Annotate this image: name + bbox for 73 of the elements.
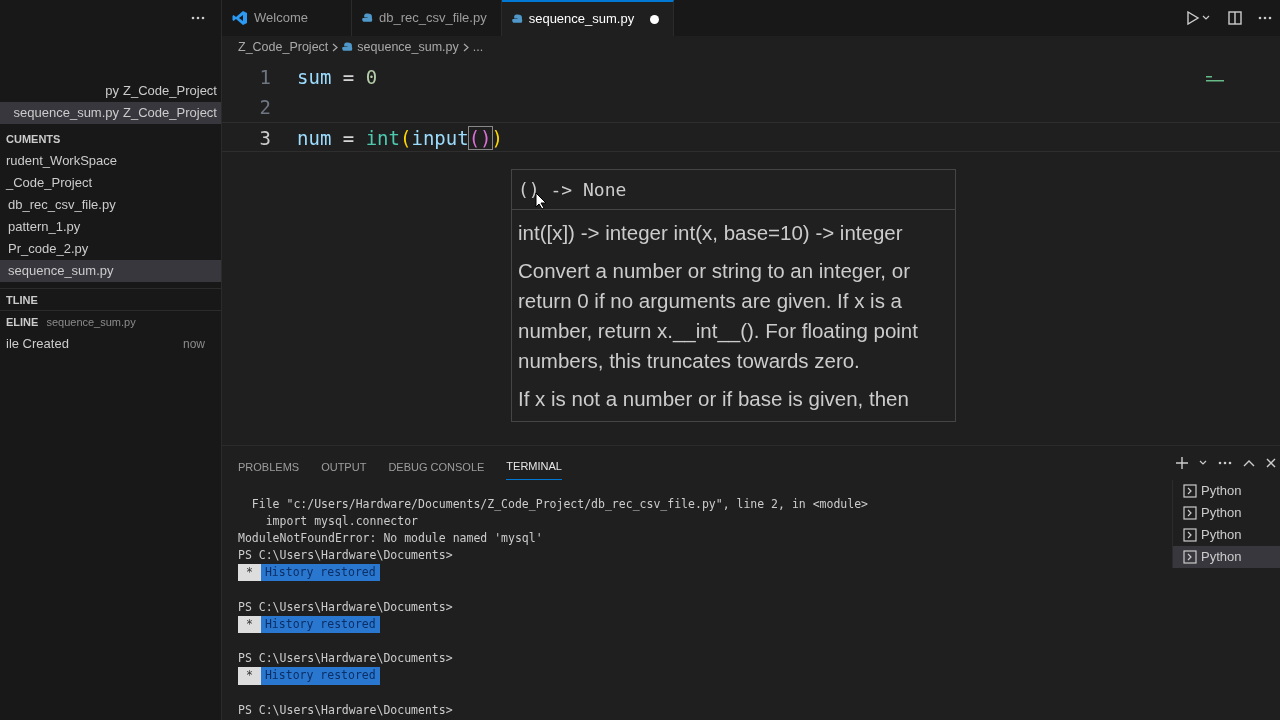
file-item[interactable]: sequence_sum.py [0, 260, 221, 282]
terminal-item[interactable]: Python [1173, 480, 1280, 502]
terminal-line: PS C:\Users\Hardware\Documents> [238, 548, 453, 563]
terminal-icon [1183, 484, 1197, 498]
section-header[interactable]: CUMENTS [0, 128, 221, 150]
section-header[interactable]: ELINE [0, 311, 39, 333]
terminal-line: PS C:\Users\Hardware\Documents> [238, 599, 453, 614]
mouse-cursor-icon [535, 192, 547, 210]
run-icon[interactable] [1186, 11, 1212, 25]
terminal-icon [1183, 506, 1197, 520]
more-icon[interactable] [191, 16, 205, 20]
more-icon[interactable] [1258, 16, 1272, 20]
terminal-line: File "c:/Users/Hardware/Documents/Z_Code_Project/db_rec_csv_file.py", line 2, in <module> [250, 496, 869, 511]
history-restored-label: History restored [260, 667, 380, 685]
folder-item[interactable]: _Code_Project [0, 172, 221, 194]
history-mark: * [238, 615, 261, 633]
file-name: py [105, 82, 120, 100]
minimap-drawing [1206, 76, 1224, 82]
line-number: 3 [258, 126, 272, 151]
history-restored-label: History restored [260, 615, 380, 633]
open-editor-item[interactable]: sequence_sum.py Z_Code_Project [0, 102, 221, 124]
python-file-icon [342, 41, 354, 53]
chevron-right-icon [462, 42, 469, 52]
doc-paragraph: Convert a number or string to an integer, or return 0 if no arguments are given. If x is a number, return x.__int__(). For floating point numbers, this truncates towards zero. [518, 258, 919, 374]
history-mark: * [238, 667, 261, 685]
split-editor-icon[interactable] [1228, 11, 1242, 25]
file-name: sequence_sum.py [46, 314, 136, 330]
terminal-line: import mysql.connector [264, 513, 418, 528]
file-item[interactable]: pattern_1.py [0, 216, 221, 238]
panel-tab[interactable]: TERMINAL [506, 454, 562, 480]
breadcrumb-item[interactable]: Z_Code_Project [238, 37, 329, 57]
terminal-line: PS C:\Users\Hardware\Documents> [238, 702, 453, 717]
section-header[interactable]: TLINE [0, 288, 221, 310]
more-icon[interactable] [1218, 461, 1232, 465]
terminal-line: PS C:\Users\Hardware\Documents> [238, 651, 453, 666]
doc-paragraph: If x is not a number or if base is given, then [518, 386, 910, 412]
python-file-icon [362, 12, 373, 24]
terminal-icon [1183, 528, 1197, 542]
editor-tab[interactable]: sequence_sum.py [501, 0, 675, 36]
vscode-icon [232, 10, 248, 26]
code-line: sum = 0 [297, 65, 378, 90]
history-mark: * [238, 564, 261, 582]
file-name: sequence_sum.py [13, 104, 120, 122]
code-line: num = int(input()) [297, 126, 503, 151]
terminal-item[interactable]: Python [1173, 546, 1280, 568]
terminal-line: ModuleNotFoundError: No module named 'mysql' [238, 530, 543, 545]
panel-tab[interactable]: PROBLEMS [238, 454, 300, 480]
terminal-item[interactable]: Python [1173, 524, 1280, 546]
panel-tab[interactable]: OUTPUT [321, 454, 367, 480]
breadcrumb-item[interactable]: sequence_sum.py [357, 37, 459, 57]
chevron-right-icon [332, 42, 339, 52]
add-icon[interactable] [1176, 457, 1188, 469]
line-number: 2 [258, 95, 272, 120]
timeline-entry[interactable]: ile Created [6, 333, 69, 355]
line-number: 1 [258, 65, 272, 90]
close-icon[interactable] [1266, 458, 1276, 468]
file-item[interactable]: Pr_code_2.py [0, 238, 221, 260]
timeline-time: now [183, 336, 205, 353]
python-file-icon [511, 13, 523, 25]
folder-name: Z_Code_Project [123, 104, 217, 122]
file-item[interactable]: db_rec_csv_file.py [0, 194, 221, 216]
terminal-icon [1183, 550, 1197, 564]
terminal-item[interactable]: Python [1173, 502, 1280, 524]
doc-signature: int([x]) -> integer int(x, base=10) -> integer [518, 220, 904, 246]
open-editor-item[interactable]: py Z_Code_Project [0, 80, 221, 102]
folder-item[interactable]: rudent_WorkSpace [0, 150, 221, 172]
history-restored-label: History restored [260, 564, 380, 582]
breadcrumb-item[interactable]: ... [472, 37, 484, 57]
panel-tab[interactable]: DEBUG CONSOLE [388, 454, 485, 480]
chevron-down-icon[interactable] [1199, 460, 1207, 466]
chevron-up-icon[interactable] [1243, 459, 1255, 467]
unsaved-dot-icon [650, 14, 660, 24]
folder-name: Z_Code_Project [123, 82, 217, 100]
